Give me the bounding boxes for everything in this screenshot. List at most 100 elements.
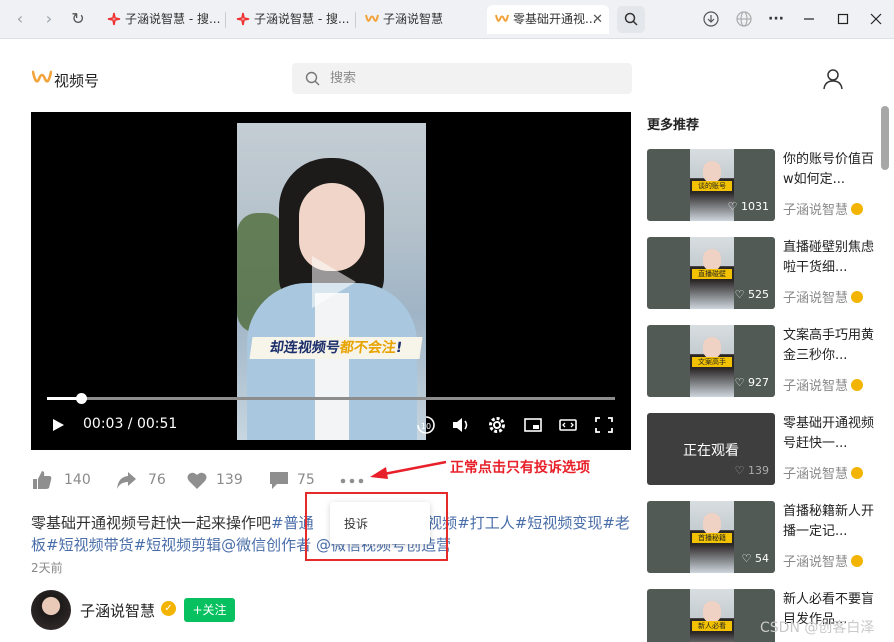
video-thumbnail[interactable]: 首播秘籍 ♡ 54 — [647, 501, 775, 573]
video-title: 零基础开通视频号赶快一起来操作吧 — [31, 514, 272, 532]
tab-divider — [355, 12, 356, 28]
recommendation-author[interactable]: 子涵说智慧 — [783, 375, 864, 394]
hashtag[interactable]: #打工人 — [457, 514, 515, 532]
tab-title: 子涵说智慧 - 搜... — [254, 12, 350, 26]
verified-badge-icon — [851, 291, 864, 303]
forward-icon[interactable]: › — [38, 8, 60, 30]
recommendation-title[interactable]: 直播碰壁别焦虑啦干货细... — [783, 238, 875, 278]
close-window-icon[interactable] — [865, 8, 887, 30]
follow-button[interactable]: +关注 — [184, 598, 235, 622]
annotation-text: 正常点击只有投诉选项 — [450, 460, 590, 476]
svg-text:10: 10 — [421, 422, 431, 431]
hashtag[interactable]: #短视频剪辑 — [134, 536, 222, 554]
comment-button[interactable]: 75 — [268, 466, 328, 494]
annotation-highlight-box — [305, 492, 448, 561]
channels-logo-icon — [495, 14, 509, 22]
verified-badge-icon — [851, 379, 864, 391]
verified-badge-icon — [851, 555, 864, 567]
fullscreen-icon[interactable] — [594, 414, 614, 436]
tab-active[interactable]: 零基础开通视... ✕ — [487, 5, 609, 34]
play-icon[interactable] — [51, 414, 65, 436]
recommendation-item[interactable]: 谈的账号 ♡ 1031 你的账号价值百w如何定... 子涵说智慧 — [647, 149, 877, 221]
video-thumbnail[interactable]: 文案高手 ♡ 927 — [647, 325, 775, 397]
back-icon[interactable]: ‹ — [9, 8, 31, 30]
recommendation-author[interactable]: 子涵说智慧 — [783, 463, 864, 482]
thumbnail-likes: ♡ 525 — [734, 288, 769, 301]
more-menu-icon[interactable]: ··· — [765, 8, 787, 30]
thumbnail-likes: ♡ 139 — [734, 464, 769, 477]
video-thumbnail[interactable]: 谈的账号 ♡ 1031 — [647, 149, 775, 221]
volume-icon[interactable] — [451, 414, 471, 436]
recommendation-item[interactable]: 文案高手 ♡ 927 文案高手巧用黄金三秒你... 子涵说智慧 — [647, 325, 877, 397]
tab-2[interactable]: 子涵说智慧 - 搜... — [228, 5, 352, 34]
video-player[interactable]: 却连视频号都不会注! 00:03 / 00:51 10 — [31, 112, 631, 450]
download-icon[interactable] — [700, 8, 722, 30]
recommendation-title[interactable]: 文案高手巧用黄金三秒你... — [783, 326, 875, 366]
reload-icon[interactable]: ↻ — [67, 8, 89, 30]
channels-logo-icon — [365, 14, 379, 22]
tab-title: 子涵说智慧 - 搜... — [125, 12, 221, 26]
recommendation-item-current[interactable]: 正在观看 ♡ 139 零基础开通视频号赶快一... 子涵说智慧 — [647, 413, 877, 485]
share-icon — [117, 472, 136, 489]
thumbnail-likes: ♡ 1031 — [727, 200, 769, 213]
recommendation-author[interactable]: 子涵说智慧 — [783, 551, 864, 570]
recommendation-item[interactable]: 直播碰壁 ♡ 525 直播碰壁别焦虑啦干货细... 子涵说智慧 — [647, 237, 877, 309]
recommendation-title[interactable]: 零基础开通视频号赶快一... — [783, 414, 875, 454]
time-display: 00:03 / 00:51 — [83, 416, 178, 432]
thumbs-up-icon — [33, 471, 52, 489]
browser-tab-bar: ‹ › ↻ 子涵说智慧 - 搜... 子涵说智慧 - 搜... 子涵说智慧 零基… — [0, 0, 894, 39]
video-caption: 却连视频号都不会注! — [249, 337, 423, 359]
verified-badge-icon: ✓ — [161, 601, 176, 616]
play-overlay-icon[interactable] — [308, 252, 360, 312]
recommendation-author[interactable]: 子涵说智慧 — [783, 199, 864, 218]
site-search-bar[interactable] — [292, 63, 632, 94]
video-thumbnail[interactable]: 正在观看 ♡ 139 — [647, 413, 775, 485]
watermark-text: CSDN @创客白泽 — [760, 620, 875, 636]
verified-badge-icon — [851, 203, 864, 215]
recommendation-item[interactable]: 首播秘籍 ♡ 54 首播秘籍新人开播一定记... 子涵说智慧 — [647, 501, 877, 573]
close-tab-icon[interactable]: ✕ — [592, 5, 603, 34]
globe-icon[interactable] — [733, 8, 755, 30]
recommendations-title: 更多推荐 — [647, 118, 700, 133]
thumbnail-likes: ♡ 54 — [741, 552, 769, 565]
now-watching-label: 正在观看 — [683, 443, 739, 459]
hashtag[interactable]: #短视频带货 — [46, 536, 134, 554]
video-thumbnail[interactable]: 直播碰壁 ♡ 525 — [647, 237, 775, 309]
recommendation-title[interactable]: 你的账号价值百w如何定... — [783, 150, 875, 190]
pip-icon[interactable] — [523, 414, 543, 436]
recommendation-author[interactable]: 子涵说智慧 — [783, 287, 864, 306]
search-icon — [624, 12, 638, 26]
video-thumbnail[interactable]: 新人必看 — [647, 589, 775, 642]
recommendation-title[interactable]: 首播秘籍新人开播一定记... — [783, 502, 875, 542]
share-button[interactable]: 76 — [115, 466, 175, 494]
tab-3[interactable]: 子涵说智慧 — [357, 5, 481, 34]
baidu-logo-icon — [236, 12, 250, 26]
settings-icon[interactable] — [487, 414, 507, 436]
author-name[interactable]: 子涵说智慧 — [80, 600, 155, 621]
publish-date: 2天前 — [31, 561, 63, 575]
tab-title: 子涵说智慧 — [383, 12, 444, 26]
replay-10-icon[interactable]: 10 — [415, 414, 437, 436]
theater-mode-icon[interactable] — [558, 414, 578, 436]
user-icon[interactable] — [822, 68, 844, 90]
author-avatar[interactable] — [31, 590, 71, 630]
like-button[interactable]: 140 — [31, 466, 91, 494]
thumbnail-likes: ♡ 927 — [734, 376, 769, 389]
annotation-arrow — [370, 460, 447, 479]
page-scrollbar[interactable] — [881, 106, 889, 170]
verified-badge-icon — [851, 467, 864, 479]
tab-1[interactable]: 子涵说智慧 - 搜... — [99, 5, 223, 34]
tab-title: 零基础开通视... — [513, 12, 597, 26]
search-input[interactable] — [330, 63, 620, 94]
favorite-button[interactable]: 139 — [186, 466, 246, 494]
more-options-icon[interactable] — [340, 476, 364, 486]
progress-bar[interactable] — [47, 393, 615, 404]
hashtag[interactable]: #短视频变现 — [515, 514, 603, 532]
site-logo-text[interactable]: 视频号 — [54, 70, 99, 91]
tab-search-button[interactable] — [617, 6, 645, 33]
minimize-icon[interactable] — [798, 8, 820, 30]
maximize-icon[interactable] — [832, 8, 854, 30]
channels-logo-icon — [32, 70, 52, 83]
mention[interactable]: @微信创作者 — [221, 536, 311, 554]
progress-handle[interactable] — [76, 393, 88, 404]
